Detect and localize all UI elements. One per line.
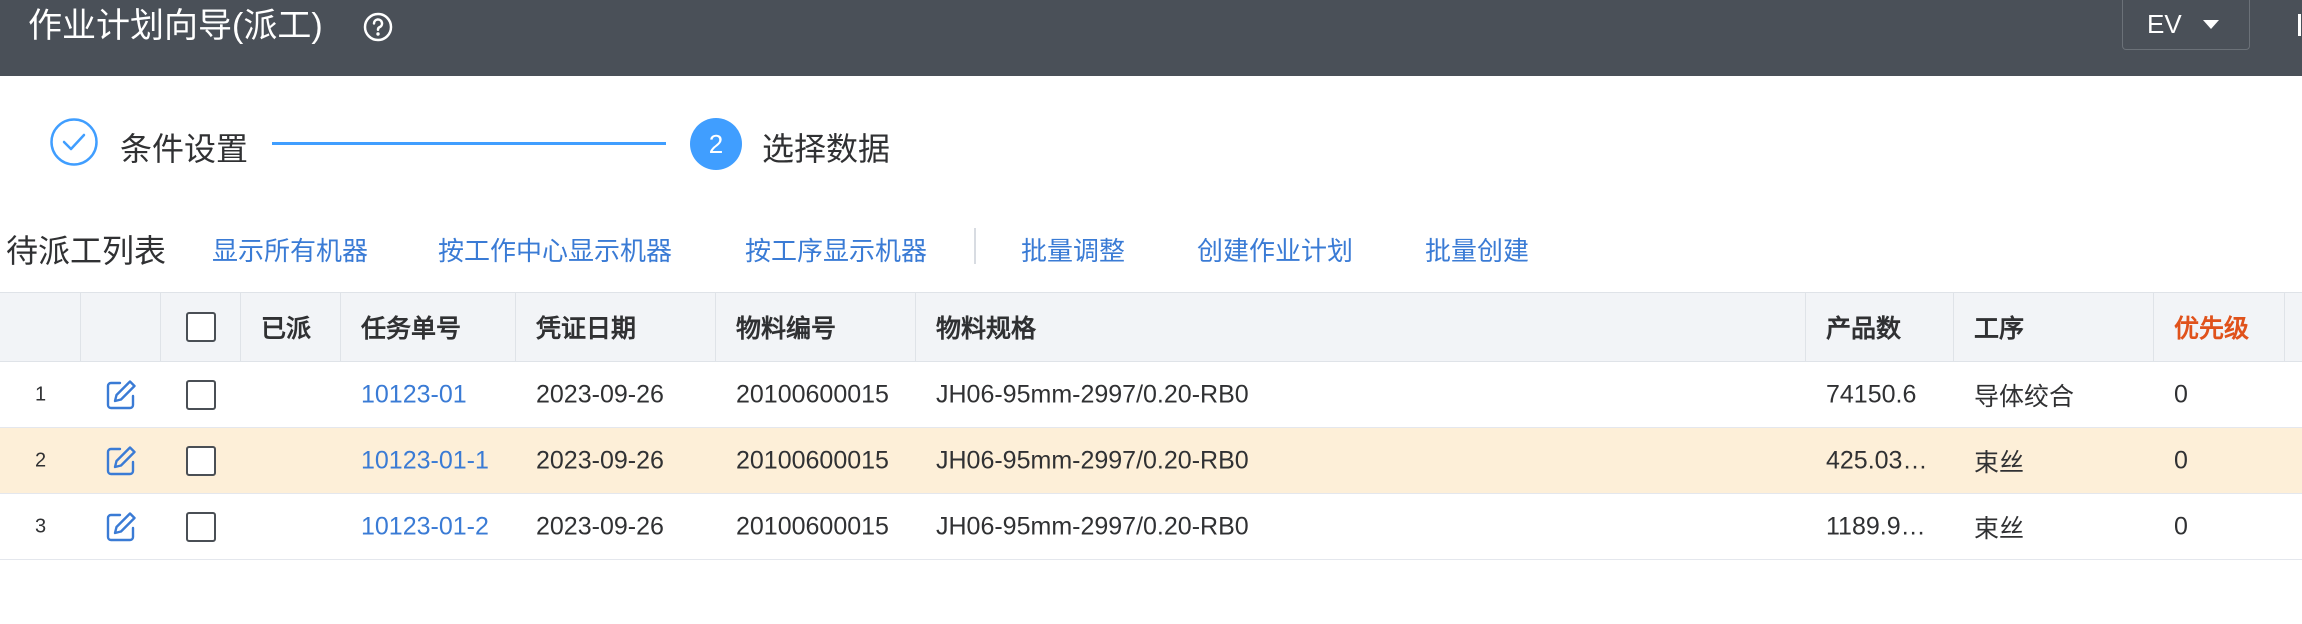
material-spec: JH06-95mm-2997/0.20-RB0 [936,380,1249,408]
row-index: 2 [34,449,47,471]
step-label-conditions: 条件设置 [120,131,249,167]
row-select-cell [161,428,241,493]
material-spec: JH06-95mm-2997/0.20-RB0 [936,446,1249,474]
product-qty: 74150.6 [1826,380,1917,408]
edit-icon[interactable] [104,378,138,412]
process: 导体绞合 [1974,382,2075,411]
row-checkbox[interactable] [186,511,216,542]
row-edit-cell [81,494,161,559]
caret-down-icon [2203,20,2219,29]
header-process[interactable]: 工序 [1954,293,2154,361]
show-machines-by-workcenter-button[interactable]: 按工作中心显示机器 [438,231,672,268]
step-number-badge: 2 [690,118,742,170]
header-material-code[interactable]: 物料编号 [716,293,916,361]
row-checkbox[interactable] [186,379,216,410]
wizard-steps: 条件设置 2 选择数据 [0,110,2302,180]
list-title: 待派工列表 [6,233,167,269]
table-row[interactable]: 3 10123-01-2 2023-09-26 20100600015 JH06… [0,494,2302,560]
material-code: 20100600015 [736,446,889,474]
process: 束丝 [1974,448,2025,477]
show-machines-by-process-button[interactable]: 按工序显示机器 [745,231,927,268]
step-connector [272,142,666,145]
language-select-value: EV [2147,9,2182,39]
page-title: 作业计划向导(派工) [28,7,323,45]
material-code: 20100600015 [736,380,889,408]
header-priority[interactable]: 优先级 [2154,293,2285,361]
table-header-row: 已派 任务单号 凭证日期 物料编号 物料规格 产品数 工序 优先级 [0,292,2302,362]
select-all-checkbox[interactable] [185,312,216,342]
row-edit-cell [81,362,161,427]
list-toolbar: 待派工列表 显示所有机器 按工作中心显示机器 按工序显示机器 批量调整 创建作业… [0,222,2302,272]
voucher-date: 2023-09-26 [536,380,664,408]
process: 束丝 [1974,514,2025,543]
create-work-plan-button[interactable]: 创建作业计划 [1197,231,1353,268]
batch-adjust-button[interactable]: 批量调整 [1021,231,1125,268]
show-all-machines-button[interactable]: 显示所有机器 [212,231,368,268]
row-checkbox[interactable] [186,445,216,476]
voucher-date: 2023-09-26 [536,446,664,474]
edit-icon[interactable] [104,510,138,544]
header-task-no[interactable]: 任务单号 [341,293,516,361]
header-select [161,293,241,361]
language-select[interactable]: EV [2122,0,2250,50]
header-edge-mark [2298,14,2301,36]
row-edit-cell [81,428,161,493]
material-spec: JH06-95mm-2997/0.20-RB0 [936,512,1249,540]
header-dispatched: 已派 [241,293,341,361]
material-code: 20100600015 [736,512,889,540]
header-index [0,293,81,361]
task-no-link[interactable]: 10123-01 [341,362,516,427]
priority: 0 [2174,380,2188,408]
batch-create-button[interactable]: 批量创建 [1425,231,1529,268]
table-row[interactable]: 2 10123-01-1 2023-09-26 20100600015 JH06… [0,428,2302,494]
voucher-date: 2023-09-26 [536,512,664,540]
row-select-cell [161,494,241,559]
priority: 0 [2174,512,2188,540]
task-no-link[interactable]: 10123-01-2 [341,494,516,559]
header-edit [81,293,161,361]
check-circle-icon [50,118,98,166]
step-label-select-data: 选择数据 [762,131,891,167]
app-header: 作业计划向导(派工) EV [0,0,2302,76]
table-row[interactable]: 1 10123-01 2023-09-26 20100600015 JH06-9… [0,362,2302,428]
header-material-spec[interactable]: 物料规格 [916,293,1806,361]
priority: 0 [2174,446,2188,474]
help-icon[interactable] [362,11,394,43]
edit-icon[interactable] [104,444,138,478]
row-index: 1 [34,383,47,405]
row-select-cell [161,362,241,427]
header-product-qty[interactable]: 产品数 [1806,293,1954,361]
product-qty: 425.03… [1826,446,1928,474]
task-no-link[interactable]: 10123-01-1 [341,428,516,493]
row-index: 3 [34,515,47,537]
product-qty: 1189.9… [1826,512,1926,540]
header-voucher-date[interactable]: 凭证日期 [516,293,716,361]
toolbar-divider [974,228,976,264]
